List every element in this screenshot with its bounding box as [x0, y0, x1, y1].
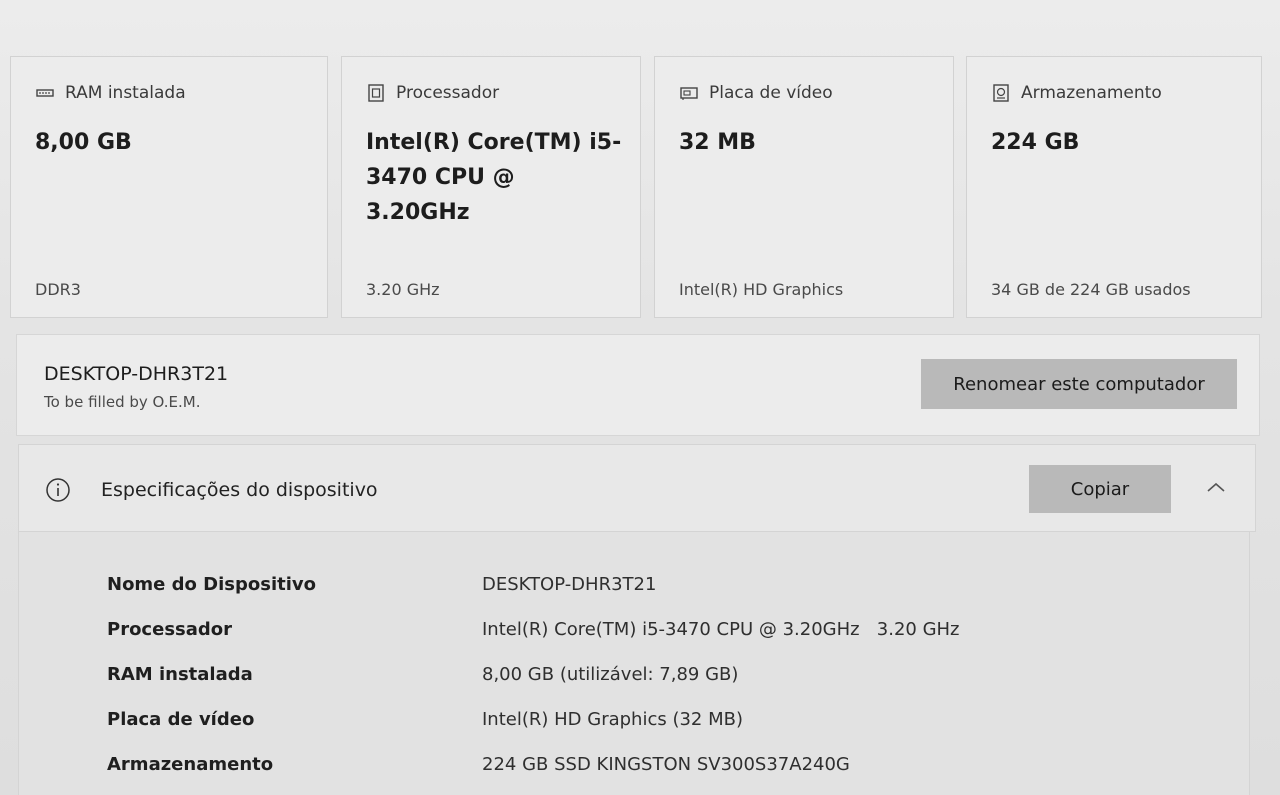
copy-button[interactable]: Copiar	[1029, 465, 1171, 513]
processor-icon	[368, 84, 384, 102]
rename-computer-button[interactable]: Renomear este computador	[921, 359, 1237, 409]
computer-model: To be filled by O.E.M.	[44, 393, 201, 411]
card-video: Placa de vídeo 32 MB Intel(R) HD Graphic…	[654, 56, 954, 318]
system-about-page: RAM instalada 8,00 GB DDR3 Processador I…	[0, 0, 1280, 795]
card-footer: 3.20 GHz	[366, 280, 440, 299]
spec-value: 8,00 GB (utilizável: 7,89 GB)	[482, 664, 739, 685]
card-title: Placa de vídeo	[709, 83, 833, 103]
spec-row-device-name: Nome do Dispositivo DESKTOP-DHR3T21	[19, 574, 1249, 604]
spec-row-ram: RAM instalada 8,00 GB (utilizável: 7,89 …	[19, 664, 1249, 694]
spec-label: Placa de vídeo	[107, 709, 255, 730]
spec-label: RAM instalada	[107, 664, 253, 685]
spec-label: Nome do Dispositivo	[107, 574, 317, 595]
card-footer: 34 GB de 224 GB usados	[991, 280, 1191, 299]
spec-row-storage: Armazenamento 224 GB SSD KINGSTON SV300S…	[19, 754, 1249, 784]
spec-value: Intel(R) Core(TM) i5-3470 CPU @ 3.20GHz …	[482, 619, 960, 640]
card-value: 8,00 GB	[35, 130, 132, 155]
spec-label: Armazenamento	[107, 754, 274, 775]
card-value: 32 MB	[679, 130, 756, 155]
card-footer: DDR3	[35, 280, 81, 299]
card-footer: Intel(R) HD Graphics	[679, 280, 844, 299]
card-storage: Armazenamento 224 GB 34 GB de 224 GB usa…	[966, 56, 1262, 318]
card-value: Intel(R) Core(TM) i5-3470 CPU @ 3.20GHz	[366, 130, 622, 225]
spec-value: 224 GB SSD KINGSTON SV300S37A240G	[482, 754, 850, 775]
card-title: RAM instalada	[65, 83, 186, 103]
card-value: 224 GB	[991, 130, 1080, 155]
ram-icon	[36, 89, 54, 97]
chevron-up-icon[interactable]	[1203, 475, 1229, 501]
device-specs-header[interactable]: Especificações do dispositivo Copiar	[18, 444, 1256, 532]
storage-icon	[993, 84, 1009, 102]
card-title: Processador	[396, 83, 500, 103]
spec-row-processor: Processador Intel(R) Core(TM) i5-3470 CP…	[19, 619, 1249, 649]
card-ram: RAM instalada 8,00 GB DDR3	[10, 56, 328, 318]
computer-name-bar: DESKTOP-DHR3T21 To be filled by O.E.M. R…	[16, 334, 1260, 436]
spec-label: Processador	[107, 619, 233, 640]
display-adapter-icon	[680, 87, 698, 100]
device-specs-title: Especificações do dispositivo	[101, 479, 378, 501]
spec-value: DESKTOP-DHR3T21	[482, 574, 657, 595]
card-processor: Processador Intel(R) Core(TM) i5-3470 CP…	[341, 56, 641, 318]
card-title: Armazenamento	[1021, 83, 1162, 103]
spec-value: Intel(R) HD Graphics (32 MB)	[482, 709, 743, 730]
hardware-cards: RAM instalada 8,00 GB DDR3 Processador I…	[10, 56, 1262, 320]
spec-row-video: Placa de vídeo Intel(R) HD Graphics (32 …	[19, 709, 1249, 739]
info-icon	[46, 478, 70, 502]
device-specs-list: Nome do Dispositivo DESKTOP-DHR3T21 Proc…	[18, 532, 1250, 795]
computer-name: DESKTOP-DHR3T21	[44, 363, 229, 385]
